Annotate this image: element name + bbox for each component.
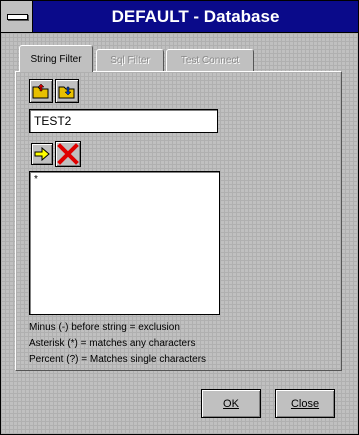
red-x-icon bbox=[57, 143, 79, 165]
system-menu-icon bbox=[7, 14, 28, 20]
window-title: DEFAULT - Database bbox=[111, 7, 280, 26]
add-filter-button[interactable] bbox=[31, 143, 53, 165]
folder-open-icon bbox=[32, 83, 49, 99]
folder-save-icon bbox=[58, 86, 75, 99]
delete-filter-button[interactable] bbox=[55, 141, 81, 167]
arrow-right-icon bbox=[34, 147, 50, 161]
tab-string-filter[interactable]: String Filter bbox=[19, 45, 93, 72]
help-text-exclusion: Minus (-) before string = exclusion bbox=[29, 322, 180, 333]
database-dialog: DEFAULT - Database String Filter Sql Fil… bbox=[0, 0, 359, 435]
filter-string-input[interactable] bbox=[29, 109, 218, 133]
list-item[interactable]: * bbox=[30, 172, 219, 187]
filter-list[interactable]: * bbox=[29, 171, 220, 315]
close-button-label: Close bbox=[290, 397, 320, 410]
tab-sql-filter: Sql Filter bbox=[96, 49, 164, 71]
tab-test-connect: Test Connect bbox=[166, 49, 254, 71]
open-button[interactable] bbox=[29, 79, 53, 103]
system-menu-button[interactable] bbox=[1, 1, 33, 32]
ok-button-label: OK bbox=[223, 397, 239, 410]
help-text-percent: Percent (?) = Matches single characters bbox=[29, 354, 207, 365]
close-button[interactable]: Close bbox=[275, 389, 335, 418]
help-text-asterisk: Asterisk (*) = matches any characters bbox=[29, 338, 196, 349]
save-button[interactable] bbox=[55, 79, 79, 103]
ok-button[interactable]: OK bbox=[201, 389, 261, 418]
title-bar[interactable]: DEFAULT - Database bbox=[1, 1, 358, 33]
